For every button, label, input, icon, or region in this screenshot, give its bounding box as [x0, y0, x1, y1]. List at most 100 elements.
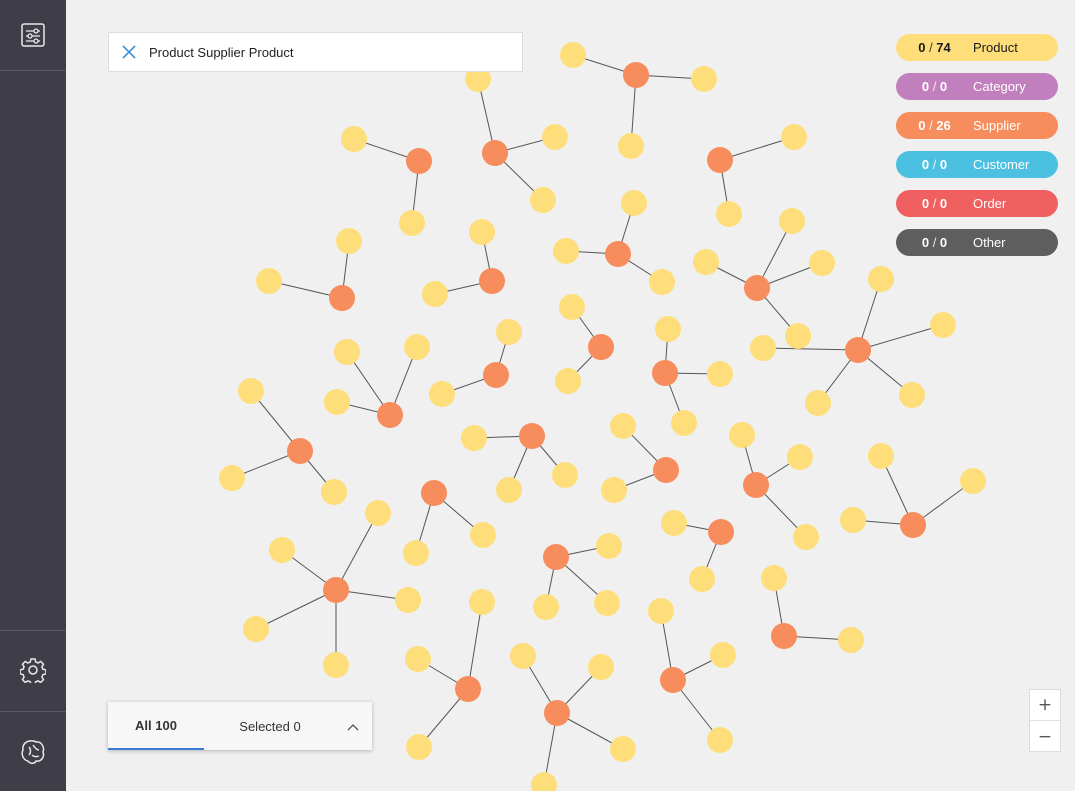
filter-button[interactable]: [0, 0, 66, 70]
legend-item-customer[interactable]: 0 / 0 Customer: [896, 151, 1058, 178]
product-node[interactable]: [395, 587, 421, 613]
supplier-node[interactable]: [377, 402, 403, 428]
product-node[interactable]: [496, 477, 522, 503]
supplier-node[interactable]: [329, 285, 355, 311]
product-node[interactable]: [461, 425, 487, 451]
graph-button[interactable]: [0, 717, 66, 787]
product-node[interactable]: [422, 281, 448, 307]
product-node[interactable]: [618, 133, 644, 159]
product-node[interactable]: [588, 654, 614, 680]
product-node[interactable]: [404, 334, 430, 360]
product-node[interactable]: [399, 210, 425, 236]
product-node[interactable]: [868, 443, 894, 469]
product-node[interactable]: [710, 642, 736, 668]
product-node[interactable]: [868, 266, 894, 292]
product-node[interactable]: [707, 361, 733, 387]
product-node[interactable]: [406, 734, 432, 760]
product-node[interactable]: [779, 208, 805, 234]
product-node[interactable]: [533, 594, 559, 620]
product-node[interactable]: [805, 390, 831, 416]
product-node[interactable]: [596, 533, 622, 559]
product-node[interactable]: [470, 522, 496, 548]
supplier-node[interactable]: [323, 577, 349, 603]
product-node[interactable]: [323, 652, 349, 678]
supplier-node[interactable]: [623, 62, 649, 88]
product-node[interactable]: [838, 627, 864, 653]
product-node[interactable]: [531, 772, 557, 791]
product-node[interactable]: [601, 477, 627, 503]
supplier-node[interactable]: [287, 438, 313, 464]
supplier-node[interactable]: [544, 700, 570, 726]
product-node[interactable]: [594, 590, 620, 616]
product-node[interactable]: [469, 219, 495, 245]
supplier-node[interactable]: [660, 667, 686, 693]
product-node[interactable]: [840, 507, 866, 533]
product-node[interactable]: [649, 269, 675, 295]
product-node[interactable]: [781, 124, 807, 150]
product-node[interactable]: [324, 389, 350, 415]
product-node[interactable]: [671, 410, 697, 436]
product-node[interactable]: [930, 312, 956, 338]
supplier-node[interactable]: [588, 334, 614, 360]
supplier-node[interactable]: [605, 241, 631, 267]
supplier-node[interactable]: [519, 423, 545, 449]
clear-search-button[interactable]: [109, 32, 149, 72]
product-node[interactable]: [960, 468, 986, 494]
product-node[interactable]: [496, 319, 522, 345]
supplier-node[interactable]: [845, 337, 871, 363]
supplier-node[interactable]: [708, 519, 734, 545]
product-node[interactable]: [510, 643, 536, 669]
product-node[interactable]: [219, 465, 245, 491]
product-node[interactable]: [693, 249, 719, 275]
product-node[interactable]: [729, 422, 755, 448]
legend-item-other[interactable]: 0 / 0 Other: [896, 229, 1058, 256]
product-node[interactable]: [560, 42, 586, 68]
product-node[interactable]: [689, 566, 715, 592]
legend-item-supplier[interactable]: 0 / 26 Supplier: [896, 112, 1058, 139]
supplier-node[interactable]: [421, 480, 447, 506]
product-node[interactable]: [809, 250, 835, 276]
product-node[interactable]: [899, 382, 925, 408]
product-node[interactable]: [243, 616, 269, 642]
supplier-node[interactable]: [455, 676, 481, 702]
legend-item-product[interactable]: 0 / 74 Product: [896, 34, 1058, 61]
supplier-node[interactable]: [744, 275, 770, 301]
product-node[interactable]: [610, 736, 636, 762]
product-node[interactable]: [655, 316, 681, 342]
tab-selected[interactable]: Selected 0: [228, 702, 312, 750]
supplier-node[interactable]: [652, 360, 678, 386]
search-query[interactable]: Product Supplier Product: [149, 45, 294, 60]
supplier-node[interactable]: [900, 512, 926, 538]
product-node[interactable]: [793, 524, 819, 550]
supplier-node[interactable]: [479, 268, 505, 294]
product-node[interactable]: [785, 323, 811, 349]
product-node[interactable]: [321, 479, 347, 505]
product-node[interactable]: [238, 378, 264, 404]
supplier-node[interactable]: [543, 544, 569, 570]
product-node[interactable]: [707, 727, 733, 753]
search-bar[interactable]: Product Supplier Product: [108, 32, 523, 72]
supplier-node[interactable]: [771, 623, 797, 649]
product-node[interactable]: [256, 268, 282, 294]
product-node[interactable]: [553, 238, 579, 264]
product-node[interactable]: [750, 335, 776, 361]
product-node[interactable]: [542, 124, 568, 150]
product-node[interactable]: [610, 413, 636, 439]
product-node[interactable]: [648, 598, 674, 624]
product-node[interactable]: [552, 462, 578, 488]
product-node[interactable]: [365, 500, 391, 526]
supplier-node[interactable]: [707, 147, 733, 173]
legend-item-order[interactable]: 0 / 0 Order: [896, 190, 1058, 217]
settings-button[interactable]: [0, 635, 66, 705]
product-node[interactable]: [403, 540, 429, 566]
supplier-node[interactable]: [406, 148, 432, 174]
product-node[interactable]: [691, 66, 717, 92]
product-node[interactable]: [530, 187, 556, 213]
supplier-node[interactable]: [653, 457, 679, 483]
product-node[interactable]: [761, 565, 787, 591]
zoom-in-button[interactable]: +: [1030, 690, 1060, 721]
product-node[interactable]: [559, 294, 585, 320]
supplier-node[interactable]: [482, 140, 508, 166]
product-node[interactable]: [429, 381, 455, 407]
product-node[interactable]: [469, 589, 495, 615]
